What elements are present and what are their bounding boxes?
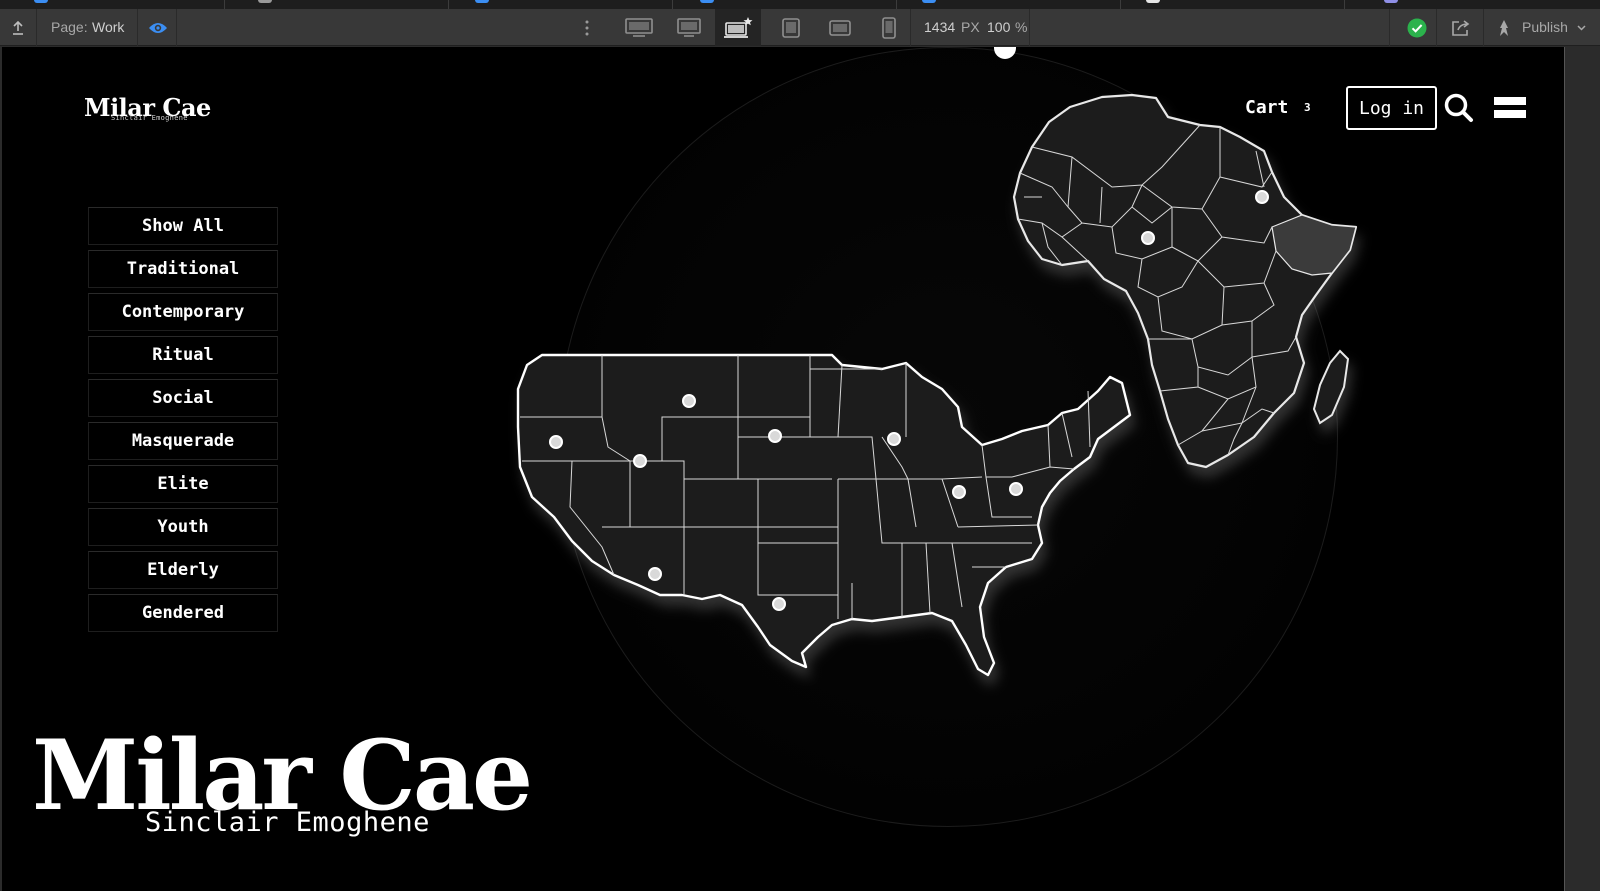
breakpoint-desktop-base-icon[interactable] <box>715 9 761 46</box>
designer-toolbar: Page: Work 1434 PX 100 % Publish <box>0 9 1600 46</box>
toolbar-divider <box>1389 9 1390 46</box>
map-pin-oregon[interactable] <box>549 435 563 449</box>
tab-divider <box>1120 0 1121 9</box>
browser-tab-strip <box>0 0 1600 9</box>
tab-favicon-icon[interactable] <box>1146 0 1160 3</box>
toolbar-divider <box>1029 9 1030 46</box>
toolbar-divider <box>36 9 37 46</box>
tab-divider <box>448 0 449 9</box>
design-canvas[interactable]: Milar Cae Sinclair Emoghene Cart 3 Log i… <box>2 47 1564 891</box>
tab-favicon-icon[interactable] <box>34 0 48 3</box>
map-pin-east-africa[interactable] <box>1255 190 1269 204</box>
check-circle-icon[interactable] <box>1400 9 1434 46</box>
usa-outline <box>516 353 1132 677</box>
tab-divider <box>1344 0 1345 9</box>
map-pin-wisconsin[interactable] <box>887 432 901 446</box>
chevron-down-icon[interactable] <box>1574 9 1588 46</box>
breakpoint-mobile-portrait-icon[interactable] <box>874 9 904 46</box>
eye-icon[interactable] <box>146 9 170 46</box>
map-pin-pennsylvania[interactable] <box>1009 482 1023 496</box>
rocket-icon[interactable] <box>1492 9 1516 46</box>
tab-favicon-icon[interactable] <box>700 0 714 3</box>
page-selector[interactable]: Work <box>92 9 124 46</box>
map-pin-arizona[interactable] <box>648 567 662 581</box>
map-pin-texas[interactable] <box>772 597 786 611</box>
tab-divider <box>672 0 673 9</box>
map-pin-montana[interactable] <box>682 394 696 408</box>
canvas-width-value[interactable]: 1434 <box>924 9 955 46</box>
zoom-value[interactable]: 100 <box>987 9 1010 46</box>
toolbar-divider <box>910 9 911 46</box>
hero-logo: Milar Cae Sinclair Emoghene <box>32 723 572 863</box>
toolbar-divider <box>176 9 177 46</box>
tab-favicon-icon[interactable] <box>1384 0 1398 3</box>
hero-subtitle: Sinclair Emoghene <box>145 807 430 838</box>
map-pin-ohio[interactable] <box>952 485 966 499</box>
breakpoint-tablet-icon[interactable] <box>775 9 807 46</box>
canvas-side-rail <box>1564 47 1600 891</box>
toolbar-divider <box>1436 9 1437 46</box>
tab-divider <box>224 0 225 9</box>
canvas-width-unit: PX <box>961 19 980 35</box>
madagascar <box>1312 349 1350 425</box>
share-icon[interactable] <box>1444 9 1478 46</box>
map-pin-west-africa[interactable] <box>1141 231 1155 245</box>
tab-favicon-icon[interactable] <box>922 0 936 3</box>
tab-divider <box>896 0 897 9</box>
rail-edge <box>1564 47 1565 891</box>
upload-icon[interactable] <box>6 9 30 46</box>
usa-map <box>516 353 1132 677</box>
tab-favicon-icon[interactable] <box>475 0 489 3</box>
more-vertical-icon[interactable] <box>580 9 594 46</box>
toolbar-divider <box>1483 9 1484 46</box>
zoom-unit: % <box>1015 19 1028 35</box>
page-label: Page: <box>51 19 88 35</box>
tab-favicon-icon[interactable] <box>258 0 272 3</box>
map-pin-idaho[interactable] <box>633 454 647 468</box>
breakpoint-desktop-l-icon[interactable] <box>671 9 707 46</box>
breakpoint-mobile-landscape-icon[interactable] <box>823 9 857 46</box>
publish-button[interactable]: Publish <box>1522 9 1568 46</box>
map-pin-south-dakota[interactable] <box>768 429 782 443</box>
breakpoint-desktop-xl-icon[interactable] <box>621 9 657 46</box>
toolbar-divider <box>137 9 138 46</box>
